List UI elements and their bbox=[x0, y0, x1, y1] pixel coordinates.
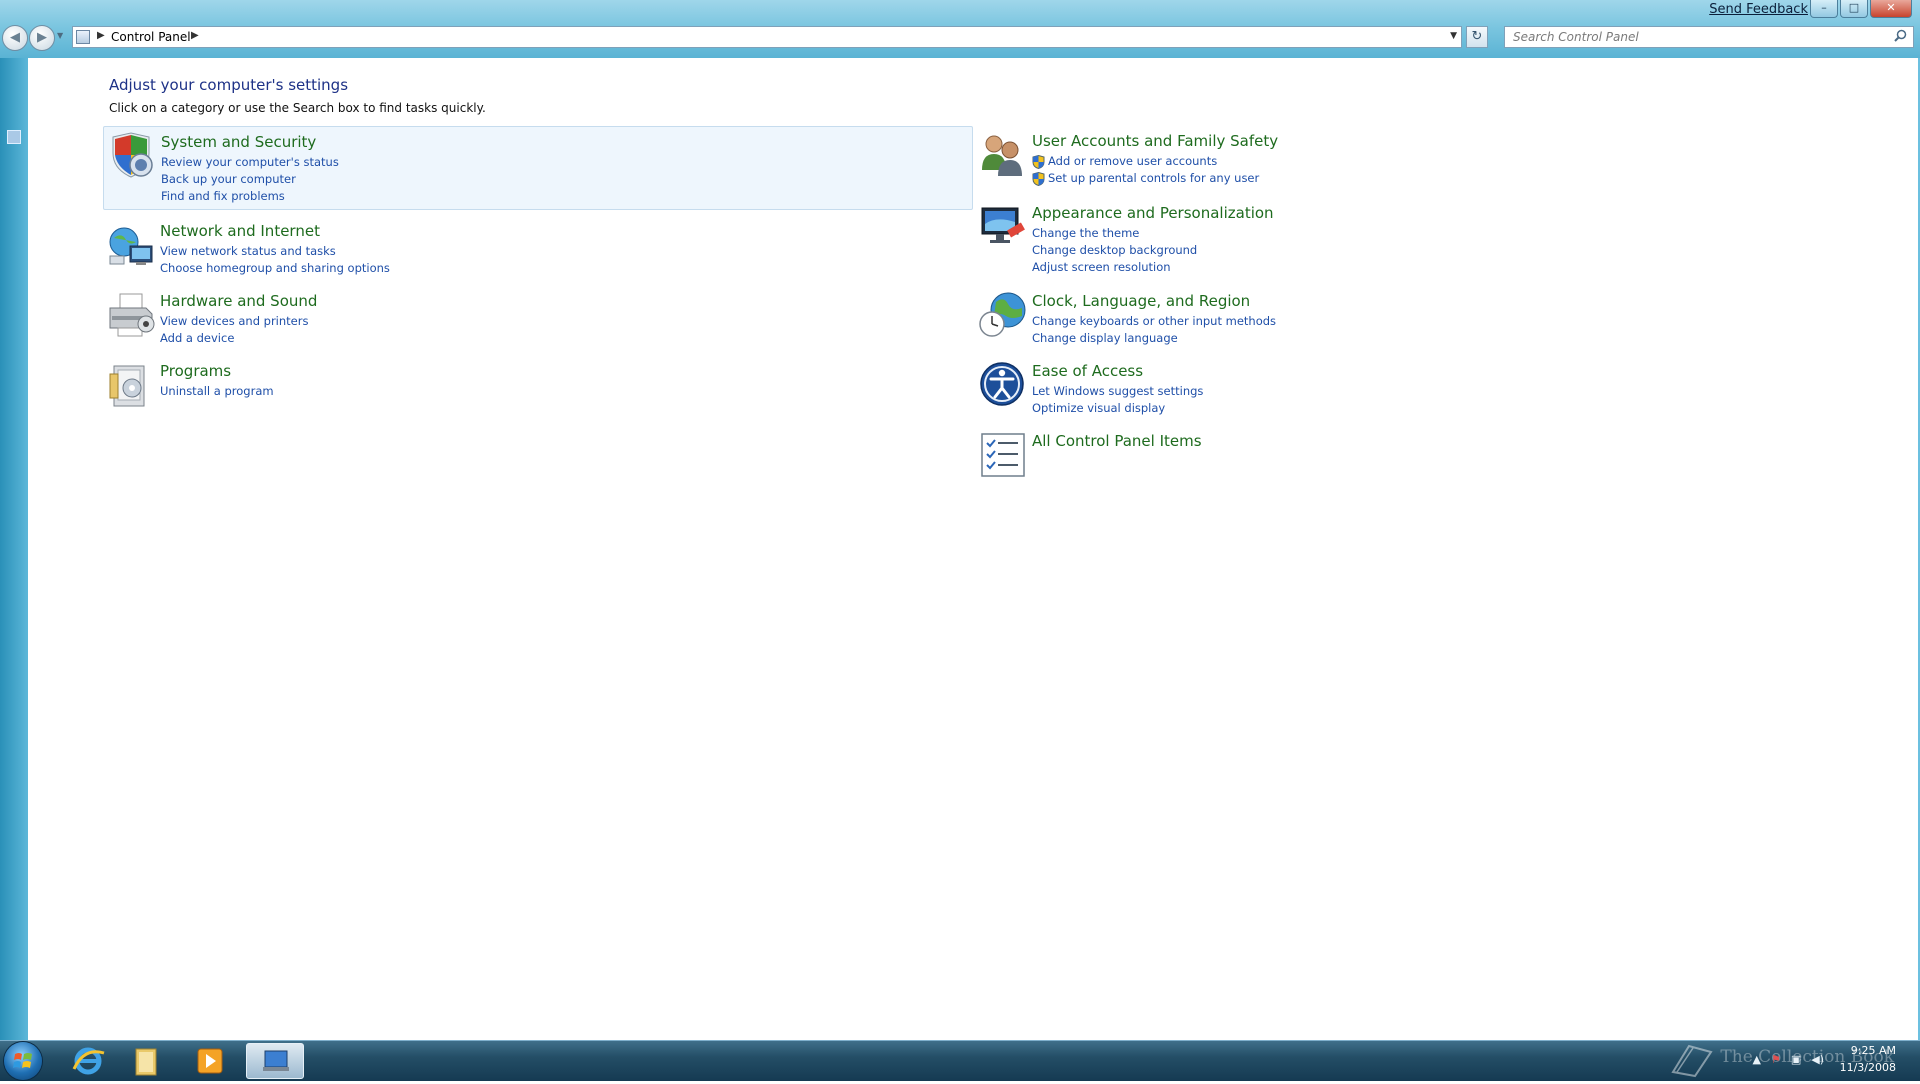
category-title[interactable]: All Control Panel Items bbox=[1032, 432, 1202, 450]
task-link[interactable]: Change the theme bbox=[1032, 225, 1197, 242]
network-globe-icon bbox=[106, 220, 156, 270]
task-link[interactable]: Set up parental controls for any user bbox=[1032, 170, 1259, 187]
recent-pages-dropdown-icon[interactable]: ▼ bbox=[57, 31, 63, 40]
address-bar[interactable]: ▶ Control Panel ▶ ▼ bbox=[72, 26, 1462, 48]
page-subtitle: Click on a category or use the Search bo… bbox=[109, 101, 486, 115]
maximize-button[interactable]: □ bbox=[1840, 0, 1868, 18]
clock-date[interactable]: 11/3/2008 bbox=[1840, 1061, 1896, 1074]
category-title[interactable]: Ease of Access bbox=[1032, 362, 1143, 380]
watermark-book-icon bbox=[1671, 1044, 1713, 1078]
page-title: Adjust your computer's settings bbox=[109, 76, 349, 94]
printer-icon bbox=[106, 290, 156, 340]
breadcrumb-control-panel[interactable]: Control Panel bbox=[111, 30, 191, 44]
explorer-taskbar-button[interactable] bbox=[122, 1043, 170, 1079]
clock-time[interactable]: 9:25 AM bbox=[1851, 1044, 1896, 1057]
category-links: View network status and tasks Choose hom… bbox=[160, 243, 390, 277]
address-dropdown-icon[interactable]: ▼ bbox=[1450, 31, 1457, 41]
task-link[interactable]: Back up your computer bbox=[161, 171, 339, 188]
users-icon bbox=[978, 130, 1028, 180]
left-window-border bbox=[0, 58, 28, 1040]
category-title[interactable]: Clock, Language, and Region bbox=[1032, 292, 1250, 310]
task-link[interactable]: Review your computer's status bbox=[161, 154, 339, 171]
task-link[interactable]: View devices and printers bbox=[160, 313, 308, 330]
task-link[interactable]: Uninstall a program bbox=[160, 383, 274, 400]
taskbar: The Collection Book ▲ ⚑ ▣ ◀) 9:25 AM 11/… bbox=[0, 1040, 1920, 1081]
window-titlebar: Send Feedback – □ ✕ ◀ ▶ ▼ ▶ Control Pane… bbox=[0, 0, 1920, 58]
control-panel-taskbar-button[interactable] bbox=[246, 1043, 304, 1079]
category-links: Change keyboards or other input methods … bbox=[1032, 313, 1276, 347]
breadcrumb-arrow-icon[interactable]: ▶ bbox=[191, 30, 199, 41]
flag-icon[interactable]: ⚑ bbox=[1771, 1053, 1781, 1066]
programs-icon bbox=[106, 360, 156, 410]
checklist-icon bbox=[978, 430, 1028, 480]
category-links: View devices and printers Add a device bbox=[160, 313, 308, 347]
category-all-items[interactable]: All Control Panel Items bbox=[975, 426, 1845, 486]
control-panel-content: Adjust your computer's settings Click on… bbox=[28, 58, 1918, 1040]
category-title[interactable]: Network and Internet bbox=[160, 222, 320, 240]
control-panel-icon bbox=[263, 1050, 289, 1071]
refresh-button[interactable]: ↻ bbox=[1466, 26, 1488, 48]
task-link[interactable]: Add a device bbox=[160, 330, 308, 347]
category-system-security[interactable]: System and Security Review your computer… bbox=[103, 126, 973, 210]
search-input[interactable] bbox=[1505, 27, 1883, 47]
media-player-taskbar-button[interactable] bbox=[186, 1043, 234, 1079]
forward-button[interactable]: ▶ bbox=[29, 25, 55, 51]
uac-shield-icon bbox=[1032, 171, 1045, 186]
category-links: Change the theme Change desktop backgrou… bbox=[1032, 225, 1197, 276]
category-appearance[interactable]: Appearance and Personalization Change th… bbox=[975, 198, 1845, 278]
start-button[interactable] bbox=[4, 1042, 42, 1080]
notification-area: ▲ ⚑ ▣ ◀) bbox=[1752, 1053, 1824, 1066]
task-link-label[interactable]: Add or remove user accounts bbox=[1048, 153, 1217, 170]
media-player-icon bbox=[197, 1048, 223, 1074]
category-programs[interactable]: Programs Uninstall a program bbox=[103, 356, 973, 436]
category-title[interactable]: Hardware and Sound bbox=[160, 292, 317, 310]
category-clock-language[interactable]: Clock, Language, and Region Change keybo… bbox=[975, 286, 1845, 366]
category-title[interactable]: User Accounts and Family Safety bbox=[1032, 132, 1278, 150]
clock-globe-icon bbox=[978, 290, 1028, 340]
task-link[interactable]: Choose homegroup and sharing options bbox=[160, 260, 390, 277]
category-links: Uninstall a program bbox=[160, 383, 274, 400]
windows-logo-icon bbox=[13, 1053, 32, 1068]
network-icon[interactable]: ▣ bbox=[1791, 1053, 1801, 1066]
category-links: Review your computer's status Back up yo… bbox=[161, 154, 339, 205]
task-link-label[interactable]: Set up parental controls for any user bbox=[1048, 170, 1259, 187]
volume-icon[interactable]: ◀) bbox=[1811, 1053, 1824, 1066]
control-panel-icon bbox=[76, 30, 90, 44]
category-title[interactable]: Programs bbox=[160, 362, 231, 380]
window-controls: – □ ✕ bbox=[1810, 0, 1912, 18]
search-box bbox=[1504, 26, 1914, 48]
task-link[interactable]: Add or remove user accounts bbox=[1032, 153, 1259, 170]
uac-shield-icon bbox=[1032, 154, 1045, 169]
breadcrumb-arrow-icon[interactable]: ▶ bbox=[97, 30, 105, 41]
internet-explorer-icon bbox=[72, 1047, 105, 1075]
panel-toggle-icon[interactable] bbox=[7, 130, 21, 144]
task-link[interactable]: Let Windows suggest settings bbox=[1032, 383, 1203, 400]
task-link[interactable]: Change display language bbox=[1032, 330, 1276, 347]
category-links: Add or remove user accounts Set up paren… bbox=[1032, 153, 1259, 187]
search-icon[interactable] bbox=[1894, 29, 1907, 46]
category-title[interactable]: Appearance and Personalization bbox=[1032, 204, 1274, 222]
ease-of-access-icon bbox=[978, 360, 1028, 410]
internet-explorer-taskbar-button[interactable] bbox=[64, 1043, 112, 1079]
category-user-accounts[interactable]: User Accounts and Family Safety Add or r… bbox=[975, 126, 1845, 206]
category-hardware-sound[interactable]: Hardware and Sound View devices and prin… bbox=[103, 286, 973, 366]
category-ease-of-access[interactable]: Ease of Access Let Windows suggest setti… bbox=[975, 356, 1845, 436]
send-feedback-link[interactable]: Send Feedback bbox=[1709, 2, 1808, 17]
minimize-button[interactable]: – bbox=[1810, 0, 1838, 18]
up-arrow-icon[interactable]: ▲ bbox=[1752, 1053, 1760, 1066]
folder-icon bbox=[135, 1048, 157, 1076]
task-link[interactable]: Adjust screen resolution bbox=[1032, 259, 1197, 276]
task-link[interactable]: Change desktop background bbox=[1032, 242, 1197, 259]
close-button[interactable]: ✕ bbox=[1870, 0, 1912, 18]
category-network-internet[interactable]: Network and Internet View network status… bbox=[103, 216, 973, 296]
task-link[interactable]: Change keyboards or other input methods bbox=[1032, 313, 1276, 330]
back-button[interactable]: ◀ bbox=[2, 25, 28, 51]
task-link[interactable]: View network status and tasks bbox=[160, 243, 390, 260]
shield-icon bbox=[107, 131, 157, 181]
monitor-icon bbox=[978, 202, 1028, 252]
category-links: Let Windows suggest settings Optimize vi… bbox=[1032, 383, 1203, 417]
task-link[interactable]: Find and fix problems bbox=[161, 188, 339, 205]
task-link[interactable]: Optimize visual display bbox=[1032, 400, 1203, 417]
category-title[interactable]: System and Security bbox=[161, 133, 316, 151]
